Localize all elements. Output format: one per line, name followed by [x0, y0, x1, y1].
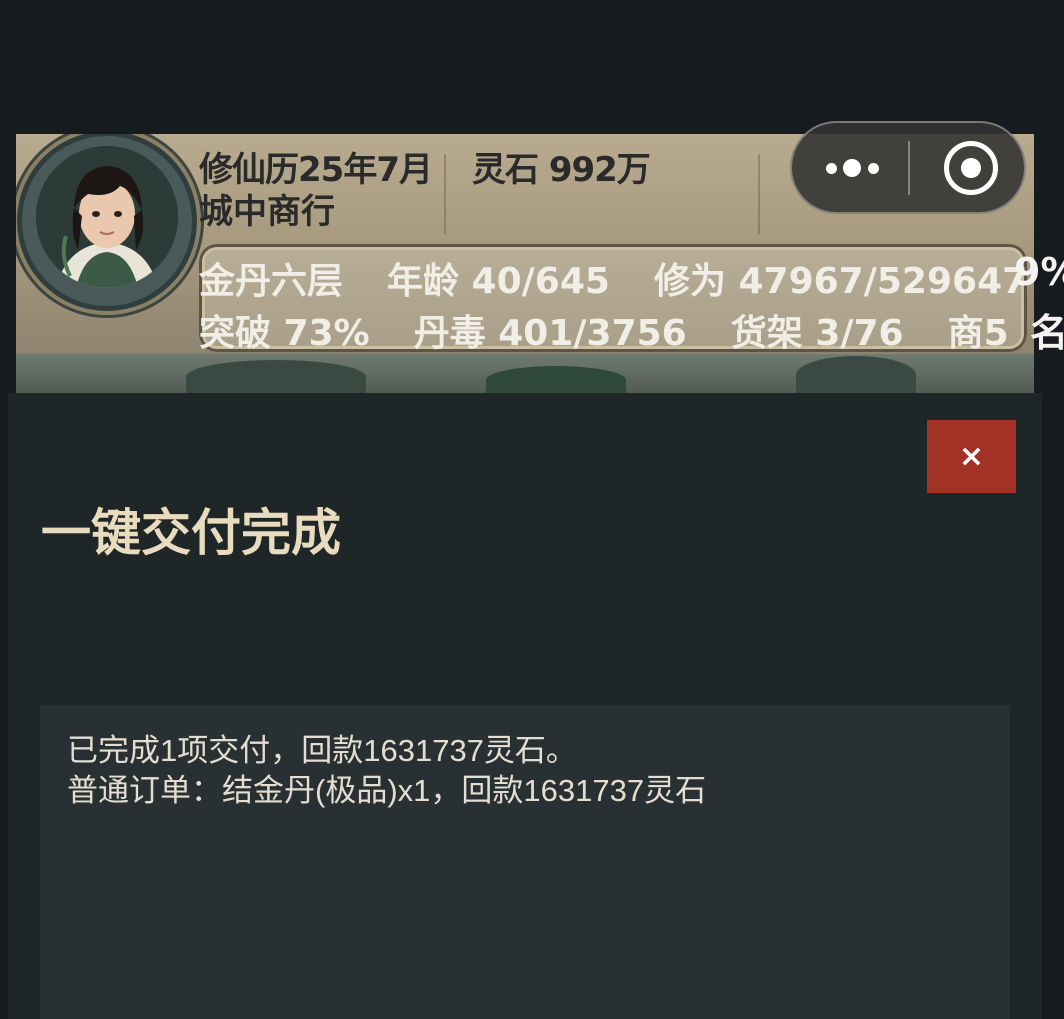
merchant-stat: 商5 [947, 313, 1009, 354]
banner-divider [758, 154, 760, 234]
avatar-frame [22, 136, 192, 306]
cultivation-stat: 修为 47967/529647 [653, 261, 1028, 302]
overflow-percent: 9% [1014, 250, 1064, 294]
spirit-stones: 灵石 992万 [471, 150, 651, 190]
avatar[interactable] [36, 146, 178, 288]
shelf-stat: 货架 3/76 [730, 313, 904, 354]
realm-stat: 金丹六层 [199, 261, 344, 302]
miniprogram-capsule [790, 121, 1026, 214]
age-stat: 年龄 40/645 [387, 261, 610, 302]
target-circle-icon [944, 141, 998, 195]
dialog-title: 一键交付完成 [41, 504, 341, 562]
delivery-dialog: × 一键交付完成 已完成1项交付，回款1631737灵石。 普通订单：结金丹(极… [8, 393, 1042, 1019]
message-box: 已完成1项交付，回款1631737灵石。 普通订单：结金丹(极品)x1，回款16… [40, 705, 1010, 1019]
pill-toxicity-stat: 丹毒 401/3756 [413, 313, 687, 354]
stats-row-1: 金丹六层 年龄 40/645 修为 47967/529647 [199, 252, 1034, 304]
message-summary: 已完成1项交付，回款1631737灵石。 [67, 733, 577, 768]
more-button[interactable] [792, 123, 908, 212]
character-portrait-icon [36, 146, 178, 288]
breakthrough-stat: 突破 73% [199, 313, 370, 354]
location-label: 城中商行 [199, 192, 335, 232]
exit-miniprogram-button[interactable] [910, 123, 1026, 212]
page: 修仙历25年7月 灵石 992万 城中商行 金丹六层 年龄 40/645 修为 479… [0, 0, 1064, 1019]
overflow-name: 名 [1030, 311, 1064, 355]
message-order-detail: 普通订单：结金丹(极品)x1，回款1631737灵石 [67, 773, 707, 808]
close-button[interactable]: × [927, 420, 1016, 493]
scenery-strip [16, 354, 1034, 394]
stats-row-2: 突破 73% 丹毒 401/3756 货架 3/76 商5 [199, 304, 1034, 354]
